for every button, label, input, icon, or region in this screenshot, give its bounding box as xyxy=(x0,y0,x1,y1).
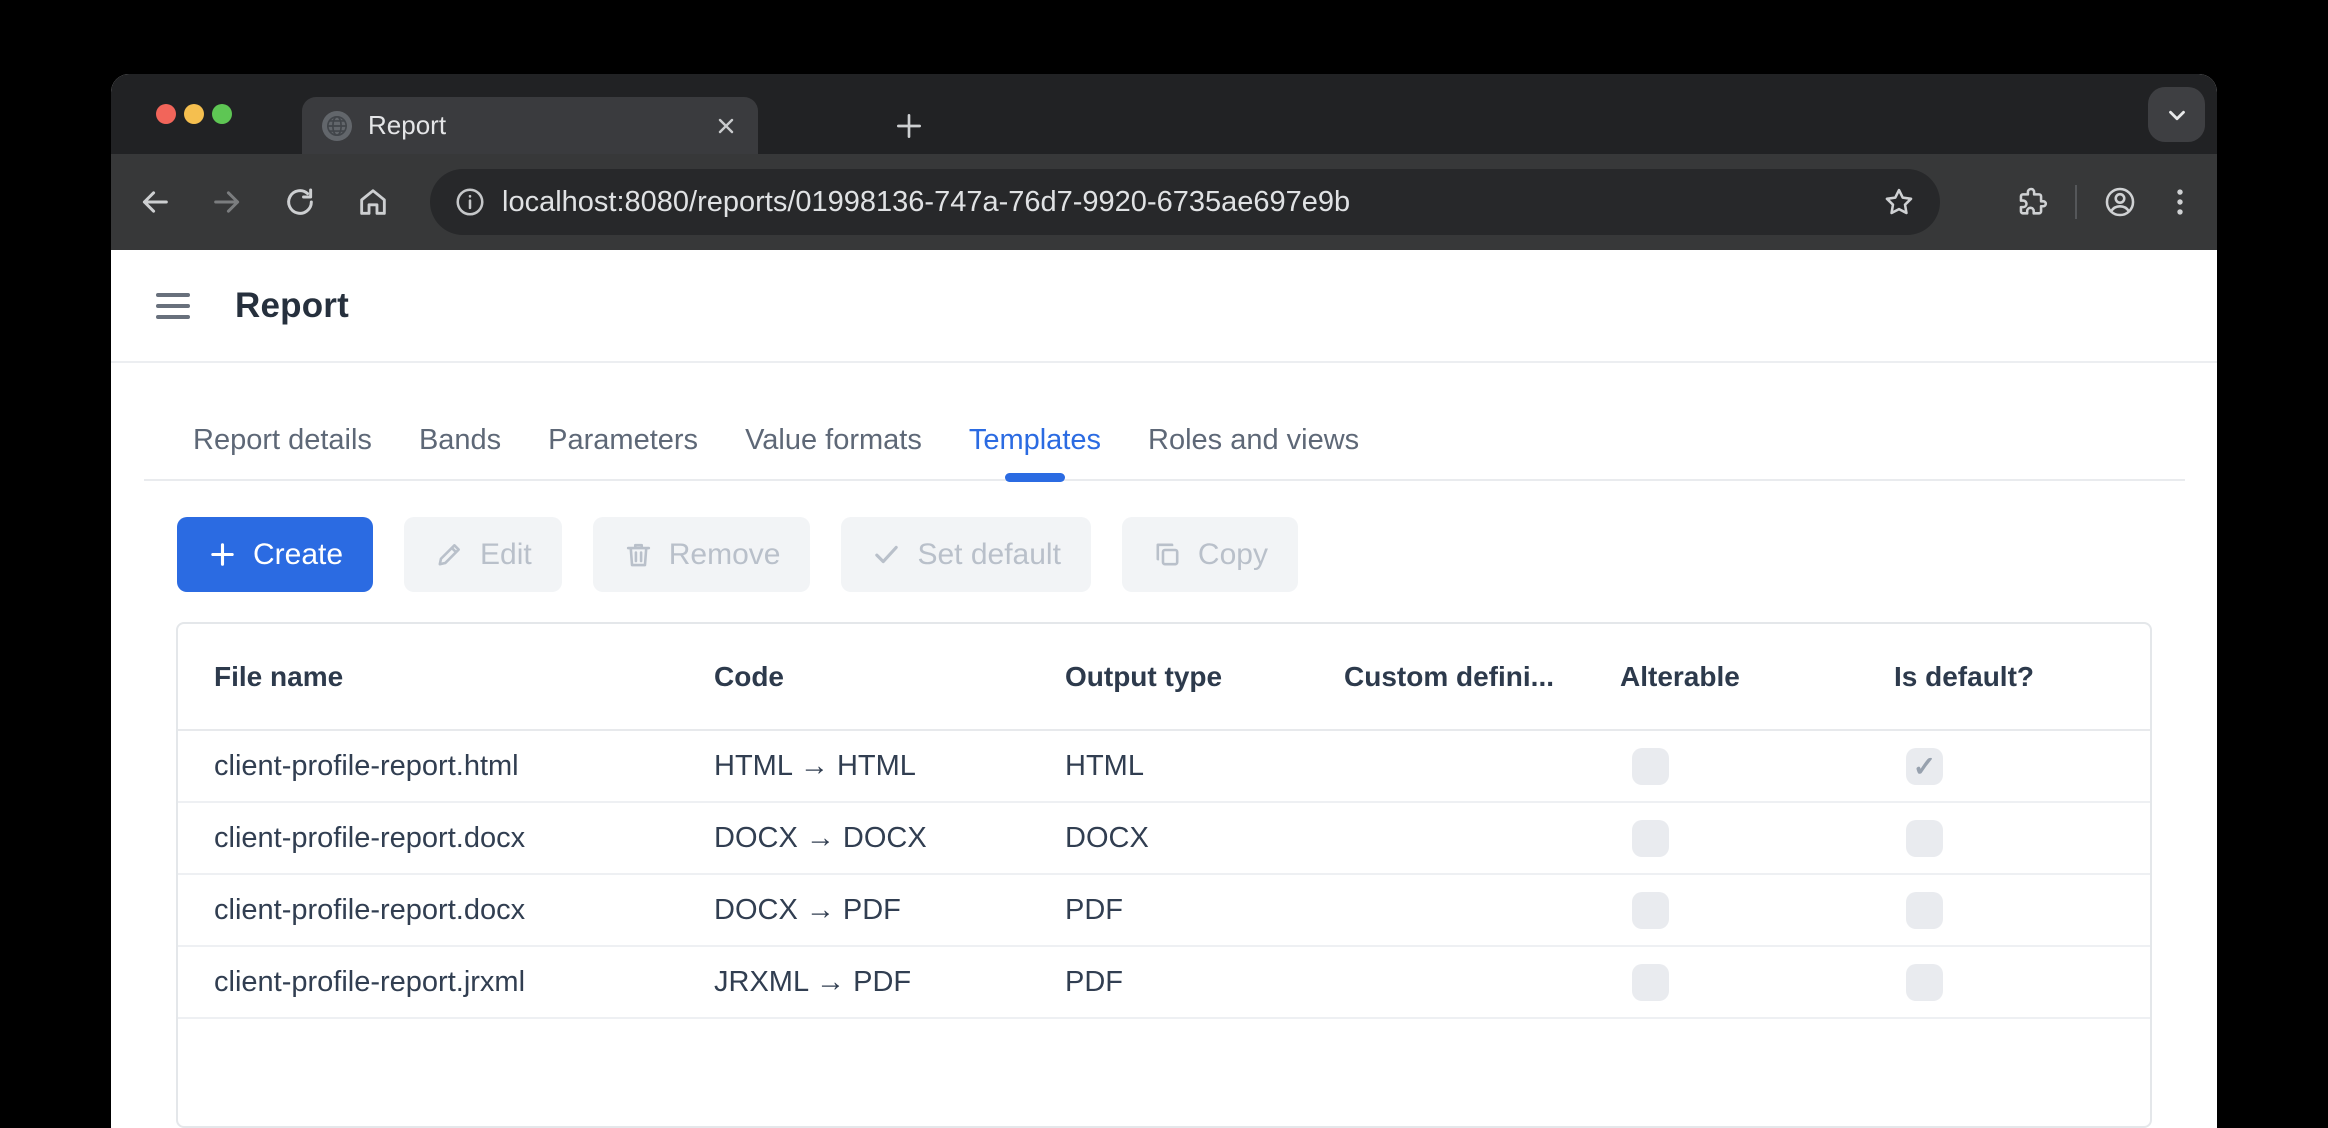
toolbar-divider xyxy=(2075,185,2077,219)
maximize-window-button[interactable] xyxy=(212,104,232,124)
templates-table: File name Code Output type Custom defini… xyxy=(176,622,2152,1128)
column-header-output-type[interactable]: Output type xyxy=(1029,661,1308,693)
remove-button[interactable]: Remove xyxy=(593,517,811,592)
cell-output-type: PDF xyxy=(1029,894,1308,927)
app-header: Report xyxy=(111,250,2217,363)
chevron-down-icon[interactable] xyxy=(2148,87,2205,142)
forward-icon[interactable] xyxy=(210,185,244,219)
tab-roles-and-views[interactable]: Roles and views xyxy=(1148,424,1359,481)
set-default-button-label: Set default xyxy=(917,538,1060,572)
edit-button[interactable]: Edit xyxy=(404,517,562,592)
minimize-window-button[interactable] xyxy=(184,104,204,124)
globe-favicon-icon xyxy=(322,111,352,141)
cell-file-name: client-profile-report.html xyxy=(178,750,678,783)
table-header-row: File name Code Output type Custom defini… xyxy=(178,624,2150,731)
tab-templates[interactable]: Templates xyxy=(969,424,1101,481)
is-default-checkbox[interactable] xyxy=(1906,820,1943,857)
reload-icon[interactable] xyxy=(283,185,317,219)
check-icon xyxy=(871,539,902,570)
action-bar: Create Edit xyxy=(177,517,2217,592)
copy-button-label: Copy xyxy=(1198,538,1268,572)
extensions-icon[interactable] xyxy=(2015,185,2049,219)
cell-file-name: client-profile-report.docx xyxy=(178,822,678,855)
report-tabs: Report details Bands Parameters Value fo… xyxy=(111,363,2217,481)
table-row[interactable]: client-profile-report.docx DOCX → PDF PD… xyxy=(178,875,2150,947)
tab-bands[interactable]: Bands xyxy=(419,424,501,481)
is-default-checkbox[interactable]: ✓ xyxy=(1906,748,1943,785)
plus-icon xyxy=(207,539,238,570)
alterable-checkbox[interactable] xyxy=(1632,892,1669,929)
cell-file-name: client-profile-report.jrxml xyxy=(178,966,678,999)
browser-tab[interactable]: Report xyxy=(302,97,758,154)
column-header-is-default[interactable]: Is default? xyxy=(1858,661,2150,693)
copy-button[interactable]: Copy xyxy=(1122,517,1298,592)
page-title: Report xyxy=(235,286,349,326)
home-icon[interactable] xyxy=(356,185,390,219)
site-info-icon[interactable] xyxy=(454,186,486,218)
tab-parameters[interactable]: Parameters xyxy=(548,424,698,481)
tab-value-formats[interactable]: Value formats xyxy=(745,424,922,481)
window-controls xyxy=(156,104,232,124)
profile-icon[interactable] xyxy=(2103,185,2137,219)
table-row[interactable]: client-profile-report.docx DOCX → DOCX D… xyxy=(178,803,2150,875)
app-content: Report Report details Bands Parameters V… xyxy=(111,250,2217,1128)
address-bar[interactable]: localhost:8080/reports/01998136-747a-76d… xyxy=(430,169,1940,235)
is-default-checkbox[interactable] xyxy=(1906,964,1943,1001)
menu-kebab-icon[interactable] xyxy=(2163,185,2197,219)
close-window-button[interactable] xyxy=(156,104,176,124)
cell-code: DOCX → DOCX xyxy=(678,822,1029,855)
create-button[interactable]: Create xyxy=(177,517,373,592)
is-default-checkbox[interactable] xyxy=(1906,892,1943,929)
cell-output-type: PDF xyxy=(1029,966,1308,999)
trash-icon xyxy=(623,539,654,570)
set-default-button[interactable]: Set default xyxy=(841,517,1090,592)
cell-output-type: HTML xyxy=(1029,750,1308,783)
alterable-checkbox[interactable] xyxy=(1632,964,1669,1001)
desktop-background: Report xyxy=(0,0,2328,1128)
copy-icon xyxy=(1152,539,1183,570)
pencil-icon xyxy=(434,539,465,570)
remove-button-label: Remove xyxy=(669,538,781,572)
edit-button-label: Edit xyxy=(480,538,532,572)
cell-code: DOCX → PDF xyxy=(678,894,1029,927)
browser-window: Report xyxy=(111,74,2217,1128)
close-tab-icon[interactable] xyxy=(714,114,738,138)
create-button-label: Create xyxy=(253,538,343,572)
browser-toolbar: localhost:8080/reports/01998136-747a-76d… xyxy=(111,154,2217,250)
toolbar-right-icons xyxy=(2015,154,2197,250)
alterable-checkbox[interactable] xyxy=(1632,820,1669,857)
tab-report-details[interactable]: Report details xyxy=(193,424,372,481)
column-header-code[interactable]: Code xyxy=(678,661,1029,693)
cell-code: JRXML → PDF xyxy=(678,966,1029,999)
cell-code: HTML → HTML xyxy=(678,750,1029,783)
cell-file-name: client-profile-report.docx xyxy=(178,894,678,927)
table-body: client-profile-report.html HTML → HTML H… xyxy=(178,731,2150,1019)
menu-hamburger-icon[interactable] xyxy=(156,293,190,319)
column-header-file-name[interactable]: File name xyxy=(178,661,678,693)
column-header-alterable[interactable]: Alterable xyxy=(1584,661,1858,693)
bookmark-star-icon[interactable] xyxy=(1882,185,1916,219)
cell-output-type: DOCX xyxy=(1029,822,1308,855)
alterable-checkbox[interactable] xyxy=(1632,748,1669,785)
browser-tab-title: Report xyxy=(368,110,698,141)
new-tab-icon[interactable] xyxy=(893,110,925,142)
column-header-custom-definition[interactable]: Custom defini... xyxy=(1308,661,1584,693)
back-icon[interactable] xyxy=(138,185,172,219)
browser-tab-strip: Report xyxy=(111,74,2217,154)
url-text[interactable]: localhost:8080/reports/01998136-747a-76d… xyxy=(502,186,1882,219)
table-row[interactable]: client-profile-report.jrxml JRXML → PDF … xyxy=(178,947,2150,1019)
table-row[interactable]: client-profile-report.html HTML → HTML H… xyxy=(178,731,2150,803)
